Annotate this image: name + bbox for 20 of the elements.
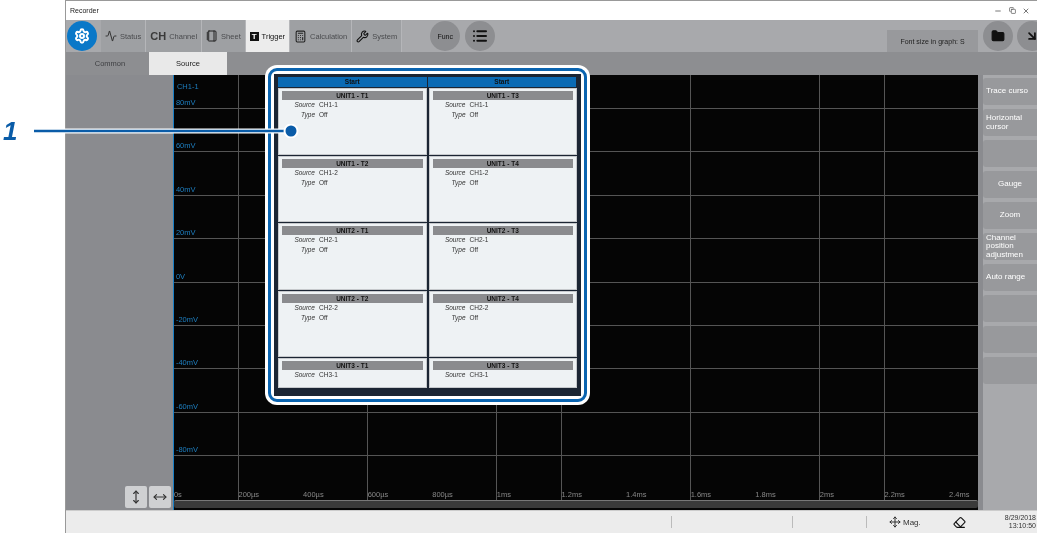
waveform-icon <box>105 30 117 42</box>
folder-icon <box>991 29 1005 43</box>
folder-button[interactable] <box>983 21 1013 51</box>
settings-button[interactable] <box>67 21 97 51</box>
list-icon <box>472 28 489 44</box>
list-button[interactable] <box>465 21 496 51</box>
notebook-icon <box>206 30 219 42</box>
mag-label: Mag. <box>903 517 921 527</box>
xy-arrows-icon <box>889 516 901 528</box>
callout-number: 1 <box>3 116 18 147</box>
vertical-move-button[interactable] <box>124 486 147 508</box>
scroll-bar[interactable] <box>173 500 979 508</box>
calculator-icon <box>294 29 308 43</box>
wrench-icon <box>356 29 370 43</box>
horizontal-move-button[interactable] <box>148 486 171 508</box>
close-icon[interactable] <box>1022 6 1030 15</box>
gear-icon <box>74 28 90 44</box>
restore-icon[interactable] <box>1008 7 1016 14</box>
arrow-icon <box>1025 29 1037 43</box>
eraser-icon <box>952 515 966 529</box>
